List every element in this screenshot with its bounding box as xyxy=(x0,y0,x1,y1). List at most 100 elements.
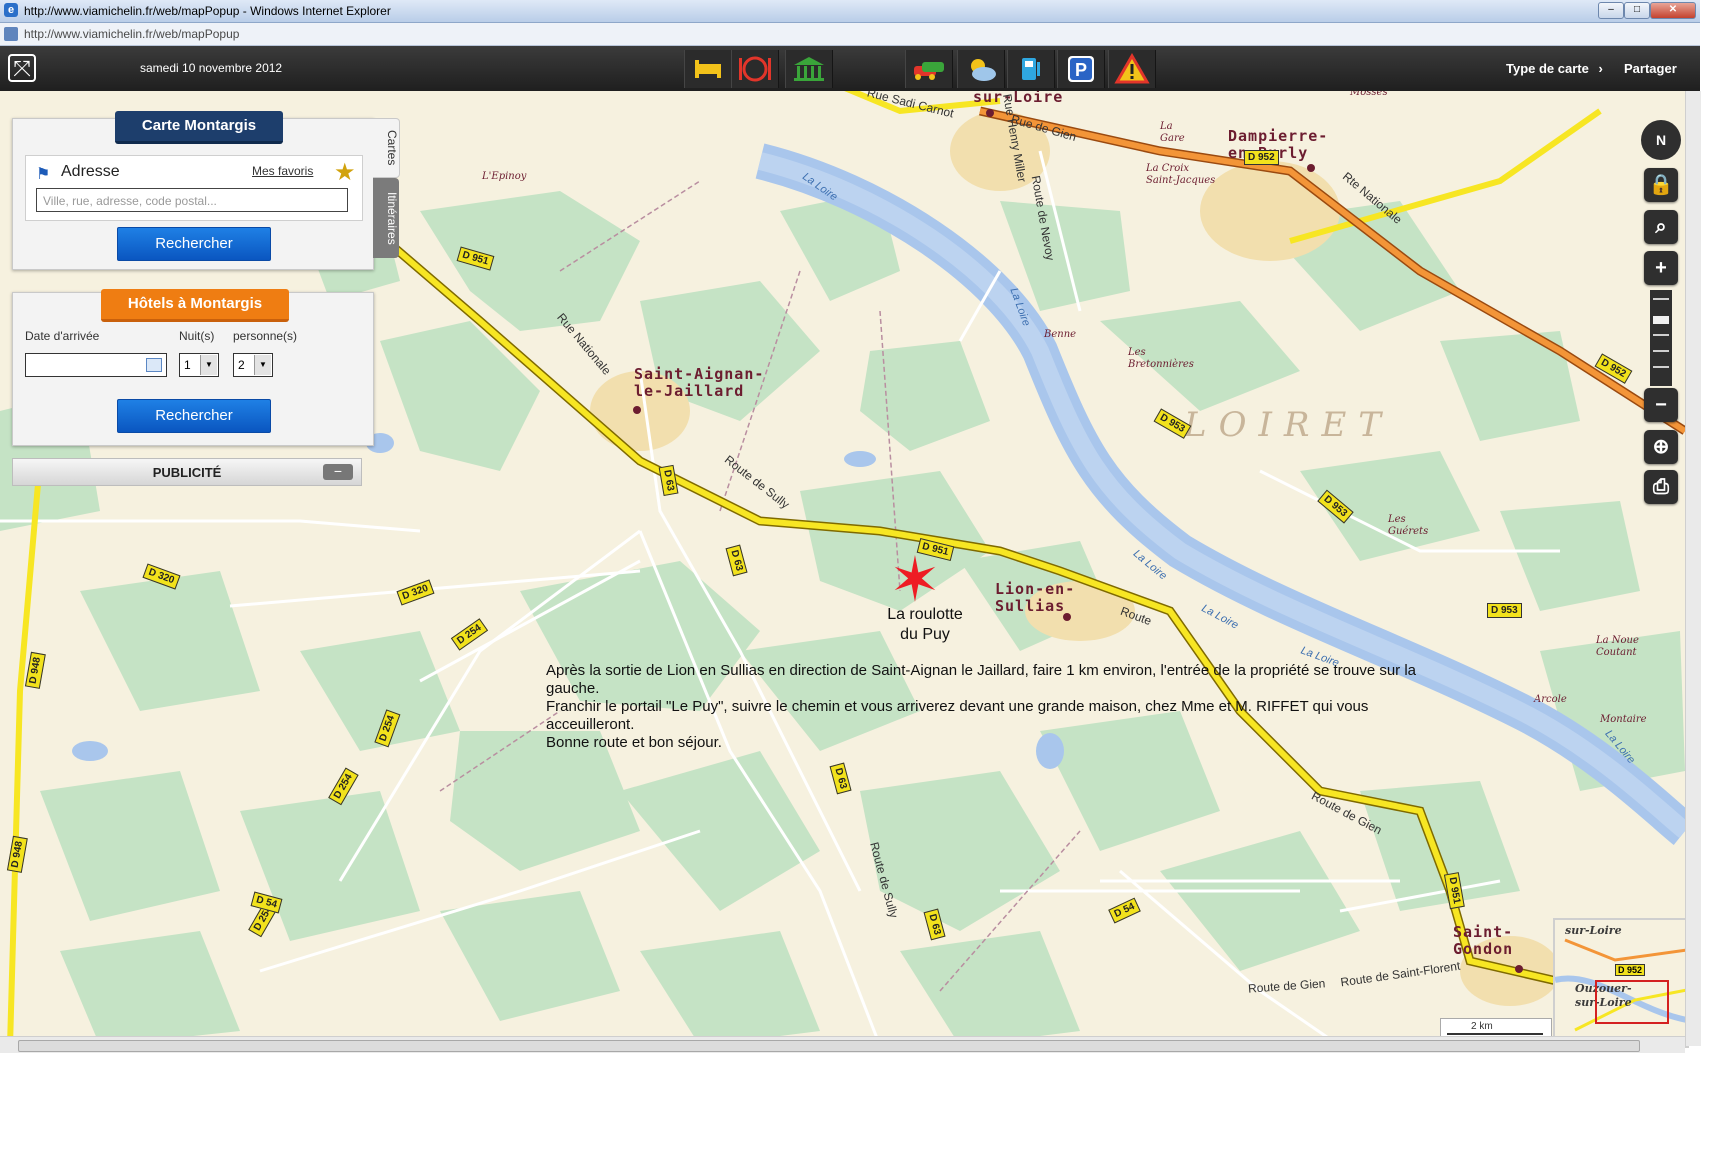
site-toolbar: ⤧ samedi 10 novembre 2012 P Type de cart… xyxy=(0,46,1700,91)
place-mosses: Mosses xyxy=(1350,91,1388,98)
zoom-tick xyxy=(1653,366,1669,368)
place-la-gare-line1: La xyxy=(1160,121,1173,132)
restaurant-icon[interactable] xyxy=(731,50,779,88)
hotel-icon[interactable] xyxy=(684,50,732,88)
add-favorite-star-icon[interactable]: ★ xyxy=(334,158,356,187)
place-guerets: Les Guérets xyxy=(1388,514,1428,538)
place-la-noue-line1: La Noue xyxy=(1596,635,1639,646)
chevron-right-icon: › xyxy=(1598,61,1603,76)
flag-icon: ⚑ xyxy=(36,166,51,183)
place-la-noue: La Noue Coutant xyxy=(1596,635,1639,659)
tab-maps[interactable]: Cartes xyxy=(373,118,400,178)
place-saint-aignan: Saint-Aignan- le-Jaillard xyxy=(634,366,764,400)
map-panel-title: Carte Montargis xyxy=(115,111,283,144)
locate-icon[interactable]: ⊕ xyxy=(1644,430,1678,464)
museum-icon[interactable] xyxy=(785,50,833,88)
place-guerets-line2: Guérets xyxy=(1388,526,1429,537)
place-la-noue-line2: Coutant xyxy=(1596,647,1637,658)
calendar-icon[interactable] xyxy=(146,358,162,372)
directions-line-3: Bonne route et bon séjour. xyxy=(546,734,722,751)
chevron-down-icon: ▼ xyxy=(200,355,217,375)
region-label: LOIRET xyxy=(1184,405,1393,445)
hotel-search-button[interactable]: Rechercher xyxy=(117,399,271,433)
hotels-panel-title: Hôtels à Montargis xyxy=(101,289,289,322)
compass-icon[interactable]: N xyxy=(1641,120,1681,160)
overview-road-label: D 952 xyxy=(1615,964,1646,976)
persons-value: 2 xyxy=(238,358,245,372)
weather-icon[interactable] xyxy=(957,50,1005,88)
address-search-input[interactable]: Ville, rue, adresse, code postal... xyxy=(36,188,348,212)
side-tabs: Cartes Itinéraires xyxy=(373,118,400,258)
directions-line-2: Franchir le portail "Le Puy", suivre le … xyxy=(546,698,1369,733)
svg-text:P: P xyxy=(1075,60,1087,80)
parking-icon[interactable]: P xyxy=(1057,50,1105,88)
address-bar[interactable]: http://www.viamichelin.fr/web/mapPopup xyxy=(0,23,1700,46)
ie-icon: e xyxy=(4,3,18,17)
address-heading: Adresse xyxy=(61,163,120,180)
share-link[interactable]: Partager xyxy=(1624,61,1677,76)
address-search-button[interactable]: Rechercher xyxy=(117,227,271,261)
place-saint-gondon: Saint- Gondon xyxy=(1453,924,1513,958)
vertical-scrollbar[interactable] xyxy=(1685,91,1701,1046)
destination-marker-icon[interactable]: ✶ xyxy=(889,550,941,612)
place-epinoy: L'Epinoy xyxy=(482,171,527,182)
url-text: http://www.viamichelin.fr/web/mapPopup xyxy=(24,27,240,41)
address-box: ⚑ Adresse Mes favoris ★ Ville, rue, adre… xyxy=(25,155,363,221)
overview-viewport-frame[interactable] xyxy=(1595,980,1669,1024)
zoom-slider[interactable] xyxy=(1650,290,1672,386)
place-la-croix-line2: Saint-Jacques xyxy=(1146,175,1216,186)
fullscreen-icon[interactable]: ⤧ xyxy=(8,54,36,82)
place-montaire: Montaire xyxy=(1600,714,1647,725)
road-label-d953-c: D 953 xyxy=(1487,603,1522,618)
place-dampierre-line1: Dampierre- xyxy=(1228,127,1329,145)
nights-value: 1 xyxy=(184,358,191,372)
overview-map[interactable]: sur-Loire D 952 Ouzouer- sur-Loire xyxy=(1553,918,1689,1048)
tab-routes[interactable]: Itinéraires xyxy=(373,178,399,258)
place-sur-loire: sur-Loire xyxy=(973,91,1064,106)
place-la-croix-line1: La Croix xyxy=(1146,163,1190,174)
zoom-in-button[interactable]: + xyxy=(1644,251,1678,285)
scrollbar-thumb[interactable] xyxy=(18,1040,1640,1052)
marker-label-line1: La roulotte xyxy=(887,606,963,623)
place-arcole: Arcole xyxy=(1534,694,1567,705)
print-icon[interactable]: ⎙ xyxy=(1644,470,1678,504)
place-lion-line2: Sullias xyxy=(995,597,1066,615)
map-type-link[interactable]: Type de carte › xyxy=(1506,61,1603,76)
zoom-out-button[interactable]: − xyxy=(1644,388,1678,422)
favorites-link[interactable]: Mes favoris xyxy=(252,164,313,178)
persons-select[interactable]: 2 ▼ xyxy=(233,353,273,377)
place-benne: Benne xyxy=(1044,329,1077,340)
minimize-button[interactable]: – xyxy=(1598,2,1624,19)
search-icon[interactable]: ⌕ xyxy=(1644,210,1678,244)
current-date: samedi 10 novembre 2012 xyxy=(140,61,283,75)
marker-label-line2: du Puy xyxy=(900,626,950,643)
place-la-gare: La Gare xyxy=(1160,121,1185,145)
nights-label: Nuit(s) xyxy=(179,329,215,343)
fuel-icon[interactable] xyxy=(1007,50,1055,88)
directions-line-1: Après la sortie de Lion en Sullias en di… xyxy=(546,662,1417,697)
traffic-icon[interactable] xyxy=(905,50,953,88)
place-bretonnieres-line1: Les xyxy=(1128,347,1146,358)
ad-bar: PUBLICITÉ − xyxy=(12,458,362,486)
place-la-gare-line2: Gare xyxy=(1160,133,1185,144)
horizontal-scrollbar[interactable] xyxy=(0,1036,1685,1053)
zoom-tick xyxy=(1653,350,1669,352)
collapse-icon[interactable]: − xyxy=(323,464,353,480)
place-lion-en-sullias: Lion-en- Sullias xyxy=(995,581,1075,615)
place-bretonnieres: Les Bretonnières xyxy=(1128,347,1194,371)
zoom-tick xyxy=(1653,298,1669,300)
scale-line xyxy=(1447,1033,1543,1035)
maximize-button[interactable]: □ xyxy=(1624,2,1650,19)
nights-select[interactable]: 1 ▼ xyxy=(179,353,219,377)
place-guerets-line1: Les xyxy=(1388,514,1406,525)
close-button[interactable]: ✕ xyxy=(1650,2,1696,19)
warning-icon[interactable] xyxy=(1108,50,1156,88)
chevron-down-icon: ▼ xyxy=(254,355,271,375)
place-la-croix: La Croix Saint-Jacques xyxy=(1146,163,1215,187)
arrival-date-input[interactable] xyxy=(25,353,167,377)
place-saint-gondon-line2: Gondon xyxy=(1453,940,1514,958)
persons-label: personne(s) xyxy=(233,329,298,343)
lock-icon[interactable]: 🔒 xyxy=(1644,168,1678,202)
road-label-d952-a: D 952 xyxy=(1244,150,1279,165)
zoom-tick xyxy=(1653,334,1669,336)
